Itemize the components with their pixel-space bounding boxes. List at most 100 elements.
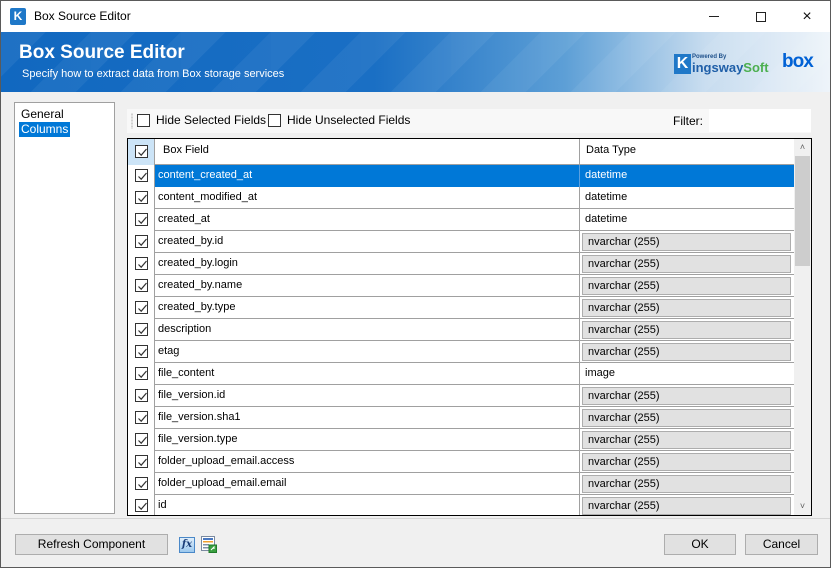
nav-item-general[interactable]: General: [19, 107, 66, 122]
filter-input[interactable]: [709, 109, 811, 132]
checkmark-icon: [138, 304, 147, 313]
minimize-button[interactable]: [691, 1, 737, 32]
box-field-column-header[interactable]: Box Field: [155, 139, 580, 165]
checkmark-icon: [138, 480, 147, 489]
data-type-cell[interactable]: nvarchar (255): [582, 343, 791, 361]
cancel-button[interactable]: Cancel: [745, 534, 818, 555]
ok-button[interactable]: OK: [664, 534, 736, 555]
row-checkbox[interactable]: [135, 367, 148, 380]
row-checkbox[interactable]: [135, 169, 148, 182]
grid-row[interactable]: created_by.id nvarchar (255): [128, 231, 794, 253]
grid-row[interactable]: file_content image: [128, 363, 794, 385]
row-checkbox[interactable]: [135, 323, 148, 336]
grid-row[interactable]: created_by.login nvarchar (255): [128, 253, 794, 275]
data-type-column-header[interactable]: Data Type: [580, 139, 794, 165]
box-field-cell[interactable]: id: [155, 495, 580, 515]
hide-selected-label[interactable]: Hide Selected Fields: [156, 113, 266, 127]
nav-item-columns[interactable]: Columns: [19, 122, 71, 137]
row-check-cell: [128, 495, 155, 515]
checkmark-icon: [138, 436, 147, 445]
data-type-cell[interactable]: nvarchar (255): [582, 299, 791, 317]
grid-row[interactable]: id nvarchar (255): [128, 495, 794, 515]
row-checkbox[interactable]: [135, 499, 148, 512]
box-field-cell[interactable]: file_version.type: [155, 429, 580, 451]
row-checkbox[interactable]: [135, 235, 148, 248]
grid-row[interactable]: content_modified_at datetime: [128, 187, 794, 209]
box-field-cell[interactable]: folder_upload_email.email: [155, 473, 580, 495]
close-button[interactable]: ×: [784, 1, 830, 32]
hide-unselected-checkbox[interactable]: [268, 114, 281, 127]
title-bar: K Box Source Editor ×: [1, 1, 830, 32]
box-field-cell[interactable]: file_version.id: [155, 385, 580, 407]
data-type-cell[interactable]: image: [580, 363, 794, 385]
data-type-cell[interactable]: nvarchar (255): [582, 409, 791, 427]
data-type-cell[interactable]: nvarchar (255): [582, 233, 791, 251]
box-field-cell[interactable]: folder_upload_email.access: [155, 451, 580, 473]
row-checkbox[interactable]: [135, 257, 148, 270]
box-field-cell[interactable]: created_by.id: [155, 231, 580, 253]
toolbar-grip[interactable]: [131, 113, 133, 129]
box-field-cell[interactable]: description: [155, 319, 580, 341]
row-checkbox[interactable]: [135, 191, 148, 204]
grid-row[interactable]: created_at datetime: [128, 209, 794, 231]
grid-row[interactable]: file_version.type nvarchar (255): [128, 429, 794, 451]
row-checkbox[interactable]: [135, 411, 148, 424]
grid-row[interactable]: folder_upload_email.access nvarchar (255): [128, 451, 794, 473]
data-type-cell[interactable]: datetime: [580, 165, 794, 187]
box-field-cell[interactable]: created_by.login: [155, 253, 580, 275]
row-checkbox[interactable]: [135, 433, 148, 446]
data-type-cell[interactable]: nvarchar (255): [582, 431, 791, 449]
table-export-icon[interactable]: [201, 536, 217, 553]
grid-row[interactable]: created_by.type nvarchar (255): [128, 297, 794, 319]
soft-text: Soft: [743, 60, 769, 75]
grid-row[interactable]: content_created_at datetime: [128, 165, 794, 187]
grid-row[interactable]: description nvarchar (255): [128, 319, 794, 341]
grid-row[interactable]: created_by.name nvarchar (255): [128, 275, 794, 297]
data-type-cell[interactable]: nvarchar (255): [582, 497, 791, 515]
hide-unselected-label[interactable]: Hide Unselected Fields: [287, 113, 410, 127]
box-field-cell[interactable]: file_content: [155, 363, 580, 385]
header-banner: Box Source Editor Specify how to extract…: [1, 32, 830, 92]
row-checkbox[interactable]: [135, 389, 148, 402]
box-field-cell[interactable]: content_created_at: [155, 165, 580, 187]
data-type-cell[interactable]: nvarchar (255): [582, 277, 791, 295]
box-field-cell[interactable]: etag: [155, 341, 580, 363]
close-icon: ×: [802, 7, 812, 25]
checkmark-icon: [138, 194, 147, 203]
select-all-checkbox[interactable]: [135, 145, 148, 158]
hide-selected-checkbox[interactable]: [137, 114, 150, 127]
row-checkbox[interactable]: [135, 477, 148, 490]
data-type-cell[interactable]: nvarchar (255): [582, 255, 791, 273]
refresh-component-button[interactable]: Refresh Component: [15, 534, 168, 555]
grid-row[interactable]: file_version.sha1 nvarchar (255): [128, 407, 794, 429]
box-field-cell[interactable]: created_by.name: [155, 275, 580, 297]
data-type-cell[interactable]: nvarchar (255): [582, 321, 791, 339]
box-field-cell[interactable]: created_by.type: [155, 297, 580, 319]
kingsway-text: ingsway: [692, 60, 744, 75]
row-check-cell: [128, 209, 155, 231]
grid-row[interactable]: etag nvarchar (255): [128, 341, 794, 363]
row-checkbox[interactable]: [135, 213, 148, 226]
columns-toolbar: Hide Selected Fields Hide Unselected Fie…: [127, 109, 811, 133]
scrollbar-thumb[interactable]: [795, 156, 810, 266]
expression-fx-icon[interactable]: fx: [179, 537, 195, 553]
box-field-cell[interactable]: created_at: [155, 209, 580, 231]
row-checkbox[interactable]: [135, 455, 148, 468]
data-type-cell[interactable]: nvarchar (255): [582, 453, 791, 471]
scroll-down-arrow-icon[interactable]: ˅: [794, 498, 811, 515]
row-checkbox[interactable]: [135, 345, 148, 358]
grid-vertical-scrollbar[interactable]: ˄ ˅: [794, 139, 811, 515]
maximize-button[interactable]: [738, 1, 784, 32]
box-field-cell[interactable]: content_modified_at: [155, 187, 580, 209]
grid-row[interactable]: folder_upload_email.email nvarchar (255): [128, 473, 794, 495]
row-checkbox[interactable]: [135, 301, 148, 314]
row-checkbox[interactable]: [135, 279, 148, 292]
data-type-cell[interactable]: datetime: [580, 209, 794, 231]
checkmark-icon: [138, 458, 147, 467]
data-type-cell[interactable]: nvarchar (255): [582, 475, 791, 493]
box-field-cell[interactable]: file_version.sha1: [155, 407, 580, 429]
data-type-cell[interactable]: datetime: [580, 187, 794, 209]
scroll-up-arrow-icon[interactable]: ˄: [794, 139, 811, 156]
data-type-cell[interactable]: nvarchar (255): [582, 387, 791, 405]
grid-row[interactable]: file_version.id nvarchar (255): [128, 385, 794, 407]
